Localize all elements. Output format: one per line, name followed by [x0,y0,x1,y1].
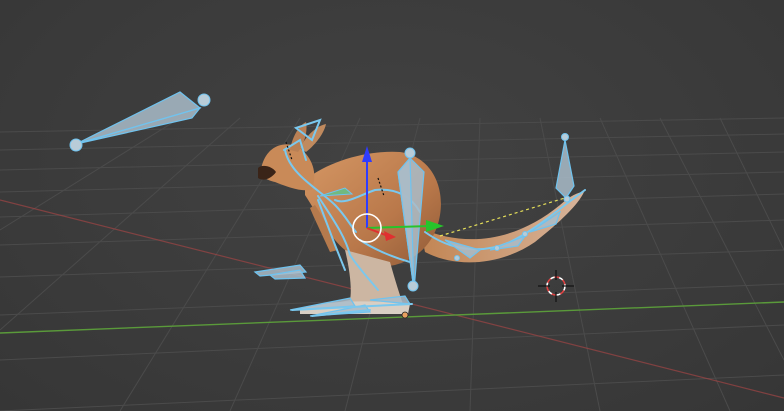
3d-cursor-icon[interactable] [538,270,574,302]
kangaroo-mesh[interactable] [258,122,584,314]
3d-viewport[interactable] [0,0,784,411]
floating-bone[interactable] [69,91,211,152]
object-origin-icon [401,311,409,319]
viewport-canvas[interactable] [0,0,784,411]
